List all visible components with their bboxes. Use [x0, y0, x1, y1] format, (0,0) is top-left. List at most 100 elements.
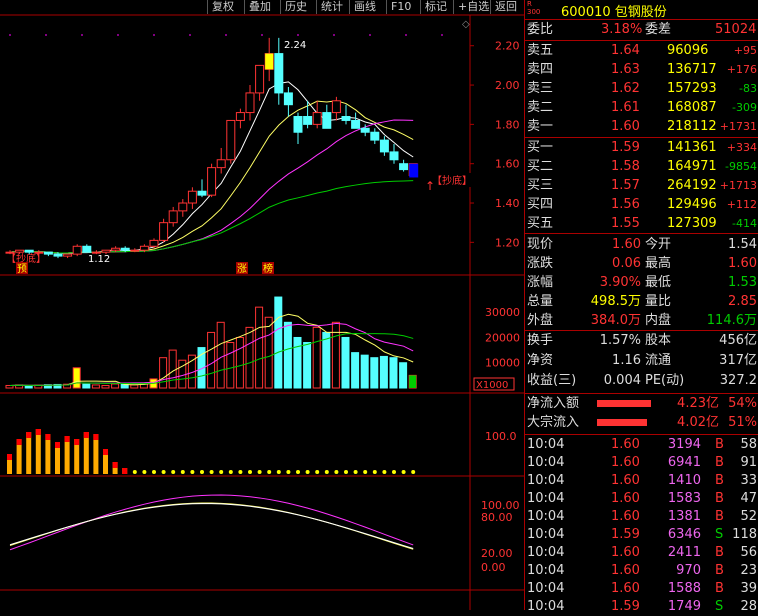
quote-label: 今开 — [645, 237, 672, 252]
level-change: +176 — [726, 63, 757, 76]
candle-body — [235, 112, 245, 121]
indicator-bar-top — [26, 432, 32, 438]
quote-label: 总量 — [527, 294, 554, 309]
volume-bar — [226, 342, 235, 389]
indicator-dot — [171, 470, 176, 474]
candle-body — [245, 92, 255, 114]
flow-value: 4.23亿 — [677, 396, 719, 411]
flow-row: 大宗流入 4.02亿 51% — [525, 414, 758, 432]
volume-bar — [91, 384, 100, 389]
indicator-bar-top — [93, 434, 99, 440]
quote-value: 2.85 — [728, 294, 757, 309]
candle-body — [139, 245, 149, 251]
candle-body — [178, 202, 188, 212]
tick-volume: 1749 — [667, 599, 701, 614]
tick-price: 1.60 — [611, 581, 640, 596]
volume-bar — [72, 367, 81, 389]
tick-side: B — [715, 563, 724, 578]
quote-row: 涨幅 3.90% 最低 1.53 — [525, 274, 758, 292]
tick-price: 1.60 — [611, 491, 640, 506]
candle-body — [283, 92, 293, 106]
tag-bang: 榜 — [263, 262, 273, 275]
indicator-bar — [35, 429, 41, 474]
tick-count: 56 — [740, 545, 757, 560]
dot-marker — [45, 34, 47, 36]
tag-zhang: 涨 — [237, 263, 247, 275]
sell-level-row: 卖五 1.64 96096 +95 — [525, 42, 758, 60]
indicator-dot — [180, 470, 185, 474]
tick-price: 1.60 — [611, 545, 640, 560]
dot-marker — [189, 34, 191, 36]
weibi-row: 委比 3.18% 委差 51024 — [527, 22, 757, 37]
indicator-dot — [228, 470, 233, 474]
candle-body — [207, 167, 217, 196]
price-axis-label: 1.60 — [495, 158, 520, 171]
indicator-line — [9, 503, 414, 549]
tick-count: 58 — [740, 437, 757, 452]
indicator-axis-label: 100.0 — [485, 430, 517, 443]
candle-body — [120, 247, 130, 251]
dot-marker — [153, 34, 155, 36]
dot-marker — [369, 34, 371, 36]
indicator-dot — [209, 470, 214, 474]
level-change: +112 — [726, 198, 757, 211]
buy-level-row: 买四 1.56 129496 +112 — [525, 196, 758, 214]
indicator-bar-top — [35, 429, 41, 435]
indicator-dot — [401, 470, 406, 474]
candle-body — [331, 100, 341, 114]
candle-body — [255, 64, 265, 94]
info-value: 317亿 — [719, 353, 757, 368]
tick-count: 33 — [740, 473, 757, 488]
level-label: 卖五 — [527, 43, 554, 58]
indicator-dot — [305, 470, 310, 474]
tick-volume: 970 — [676, 563, 701, 578]
dot-marker — [261, 34, 263, 36]
tick-time: 10:04 — [527, 491, 565, 506]
level-volume: 168087 — [667, 100, 717, 115]
candle-body — [72, 245, 82, 255]
dot-marker — [117, 34, 119, 36]
quote-label: 量比 — [645, 294, 672, 309]
volume-bar — [159, 357, 168, 389]
tick-time: 10:04 — [527, 473, 565, 488]
level-change: -309 — [732, 101, 757, 114]
candle-body — [293, 116, 303, 133]
indicator-dot — [190, 470, 195, 474]
volume-bar — [216, 321, 225, 389]
tick-count: 52 — [740, 509, 757, 524]
level-change: +1731 — [719, 120, 757, 133]
quote-value: 1.54 — [728, 237, 757, 252]
quote-label: 涨幅 — [527, 275, 554, 290]
tick-time: 10:04 — [527, 599, 565, 614]
stock-title: 600010 包钢股份 — [561, 5, 667, 20]
chaodi-label: 【抄底】 — [432, 174, 472, 187]
stock-badge: R 300 — [527, 0, 541, 16]
quote-value: 3.90% — [599, 275, 641, 290]
candle-body — [370, 131, 380, 141]
indicator-dot — [363, 470, 368, 474]
volume-axis-label: 30000 — [485, 306, 520, 319]
volume-bar — [322, 331, 331, 389]
indicator-axis-label: 80.00 — [481, 511, 513, 524]
tick-row: 10:04 1.60 3194 B 58 — [525, 436, 758, 454]
tick-volume: 6941 — [667, 455, 701, 470]
tick-side: B — [715, 581, 724, 596]
quote-value: 384.0万 — [590, 313, 641, 328]
buy-level-row: 买一 1.59 141361 +334 — [525, 139, 758, 157]
indicator-bar-top — [16, 439, 22, 445]
flow-label: 净流入额 — [527, 396, 580, 411]
kline-chart[interactable]: ◇2.202.001.801.601.401.202.24【抄底】↑【抄底】 1.… — [0, 0, 524, 610]
volume-bar — [360, 354, 369, 389]
volume-bar — [351, 352, 360, 389]
tick-side: B — [715, 491, 724, 506]
indicator-dot — [132, 470, 137, 474]
indicator-dot — [219, 470, 224, 474]
candle-body — [63, 253, 73, 257]
indicator-dot — [411, 470, 416, 474]
indicator-bar-top — [74, 439, 80, 445]
sell-level-row: 卖二 1.61 168087 -309 — [525, 99, 758, 117]
info-label: PE(动) — [645, 373, 685, 388]
level-price: 1.61 — [611, 100, 640, 115]
level-volume: 264192 — [667, 178, 717, 193]
level-volume: 96096 — [667, 43, 709, 58]
